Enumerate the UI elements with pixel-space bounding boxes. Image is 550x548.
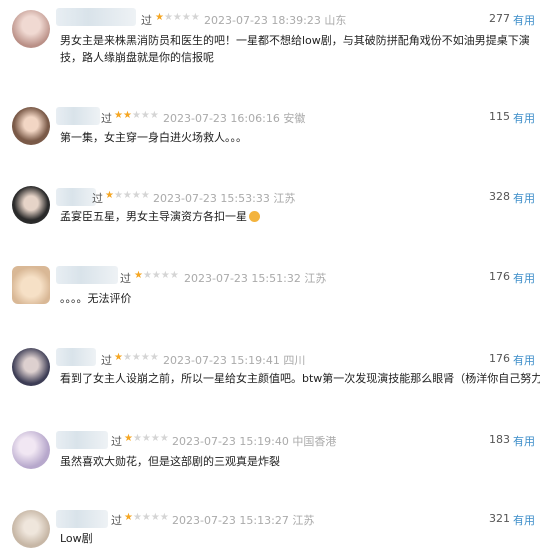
avatar[interactable] — [12, 510, 50, 548]
timestamp: 2023-07-23 15:19:41 四川 — [163, 354, 306, 367]
useful-button[interactable]: 有用 — [513, 190, 535, 206]
review-text-body: 孟宴臣五星，男女主导演资方各扣一星 — [60, 210, 247, 223]
timestamp: 2023-07-23 15:53:33 江苏 — [153, 192, 296, 205]
review-item: 过 ★★★★★ 2023-07-23 15:19:40 中国香港 183 有用 … — [0, 423, 550, 503]
useful-button[interactable]: 有用 — [513, 433, 535, 449]
review-text: 看到了女主人设崩之前，所以一星给女主颜值吧。btw第一次发现演技能那么眼肾（杨洋… — [60, 372, 540, 385]
timestamp: 2023-07-23 15:51:32 江苏 — [184, 272, 327, 285]
username-blurred[interactable] — [56, 8, 136, 26]
review-text: 男女主是来株黑消防员和医生的吧！一星都不想给low剧，与其破防拼配角戏份不如油男… — [60, 34, 530, 64]
timestamp: 2023-07-23 15:13:27 江苏 — [172, 514, 315, 527]
avatar[interactable] — [12, 266, 50, 304]
star-rating: ★★★★★ — [155, 12, 200, 23]
username-blurred[interactable] — [56, 348, 96, 366]
useful-button[interactable]: 有用 — [513, 110, 535, 126]
useful-count: 183 — [489, 433, 510, 446]
star-rating: ★★★★★ — [114, 110, 159, 121]
username-blurred[interactable] — [56, 266, 118, 284]
username-blurred[interactable] — [56, 188, 96, 206]
review-item: 过 ★★★★★ 2023-07-23 15:19:41 四川 176 有用 看到… — [0, 340, 550, 420]
useful-count: 176 — [489, 352, 510, 365]
useful-button[interactable]: 有用 — [513, 352, 535, 368]
review-item: 过 ★★★★★ 2023-07-23 18:39:23 山东 277 有用 男女… — [0, 0, 550, 80]
star-rating: ★★★★★ — [105, 190, 150, 201]
emoji-icon — [249, 211, 260, 222]
review-item: 过 ★★★★★ 2023-07-23 15:53:33 江苏 328 有用 孟宴… — [0, 178, 550, 258]
watched-label: 过 — [120, 272, 131, 285]
avatar[interactable] — [12, 10, 50, 48]
timestamp: 2023-07-23 15:19:40 中国香港 — [172, 435, 337, 448]
avatar[interactable] — [12, 431, 50, 469]
review-item: 过 ★★★★★ 2023-07-23 15:13:27 江苏 321 有用 Lo… — [0, 502, 550, 548]
useful-count: 115 — [489, 110, 510, 123]
watched-label: 过 — [101, 354, 112, 367]
useful-button[interactable]: 有用 — [513, 512, 535, 528]
useful-count: 277 — [489, 12, 510, 25]
review-item: 过 ★★★★★ 2023-07-23 15:51:32 江苏 176 有用 。。… — [0, 258, 550, 338]
avatar[interactable] — [12, 186, 50, 224]
username-blurred[interactable] — [56, 510, 108, 528]
review-item: 过 ★★★★★ 2023-07-23 16:06:16 安徽 115 有用 第一… — [0, 95, 550, 175]
star-rating: ★★★★★ — [114, 352, 159, 363]
review-text: 。。。。无法评价 — [60, 292, 132, 305]
avatar[interactable] — [12, 348, 50, 386]
useful-count: 321 — [489, 512, 510, 525]
useful-button[interactable]: 有用 — [513, 270, 535, 286]
watched-label: 过 — [92, 192, 103, 205]
star-rating: ★★★★★ — [134, 270, 179, 281]
review-text: Low剧 — [60, 532, 93, 545]
timestamp: 2023-07-23 16:06:16 安徽 — [163, 112, 306, 125]
star-rating: ★★★★★ — [124, 512, 169, 523]
watched-label: 过 — [111, 435, 122, 448]
useful-count: 328 — [489, 190, 510, 203]
timestamp: 2023-07-23 18:39:23 山东 — [204, 14, 347, 27]
watched-label: 过 — [141, 14, 152, 27]
useful-button[interactable]: 有用 — [513, 12, 535, 28]
review-text: 第一集，女主穿一身白进火场救人。。。 — [60, 131, 247, 144]
review-text: 孟宴臣五星，男女主导演资方各扣一星 — [60, 208, 530, 225]
review-text: 虽然喜欢大勋花，但是这部剧的三观真是炸裂 — [60, 455, 280, 468]
useful-count: 176 — [489, 270, 510, 283]
username-blurred[interactable] — [56, 107, 100, 125]
avatar[interactable] — [12, 107, 50, 145]
watched-label: 过 — [111, 514, 122, 527]
star-rating: ★★★★★ — [124, 433, 169, 444]
username-blurred[interactable] — [56, 431, 108, 449]
watched-label: 过 — [101, 112, 112, 125]
